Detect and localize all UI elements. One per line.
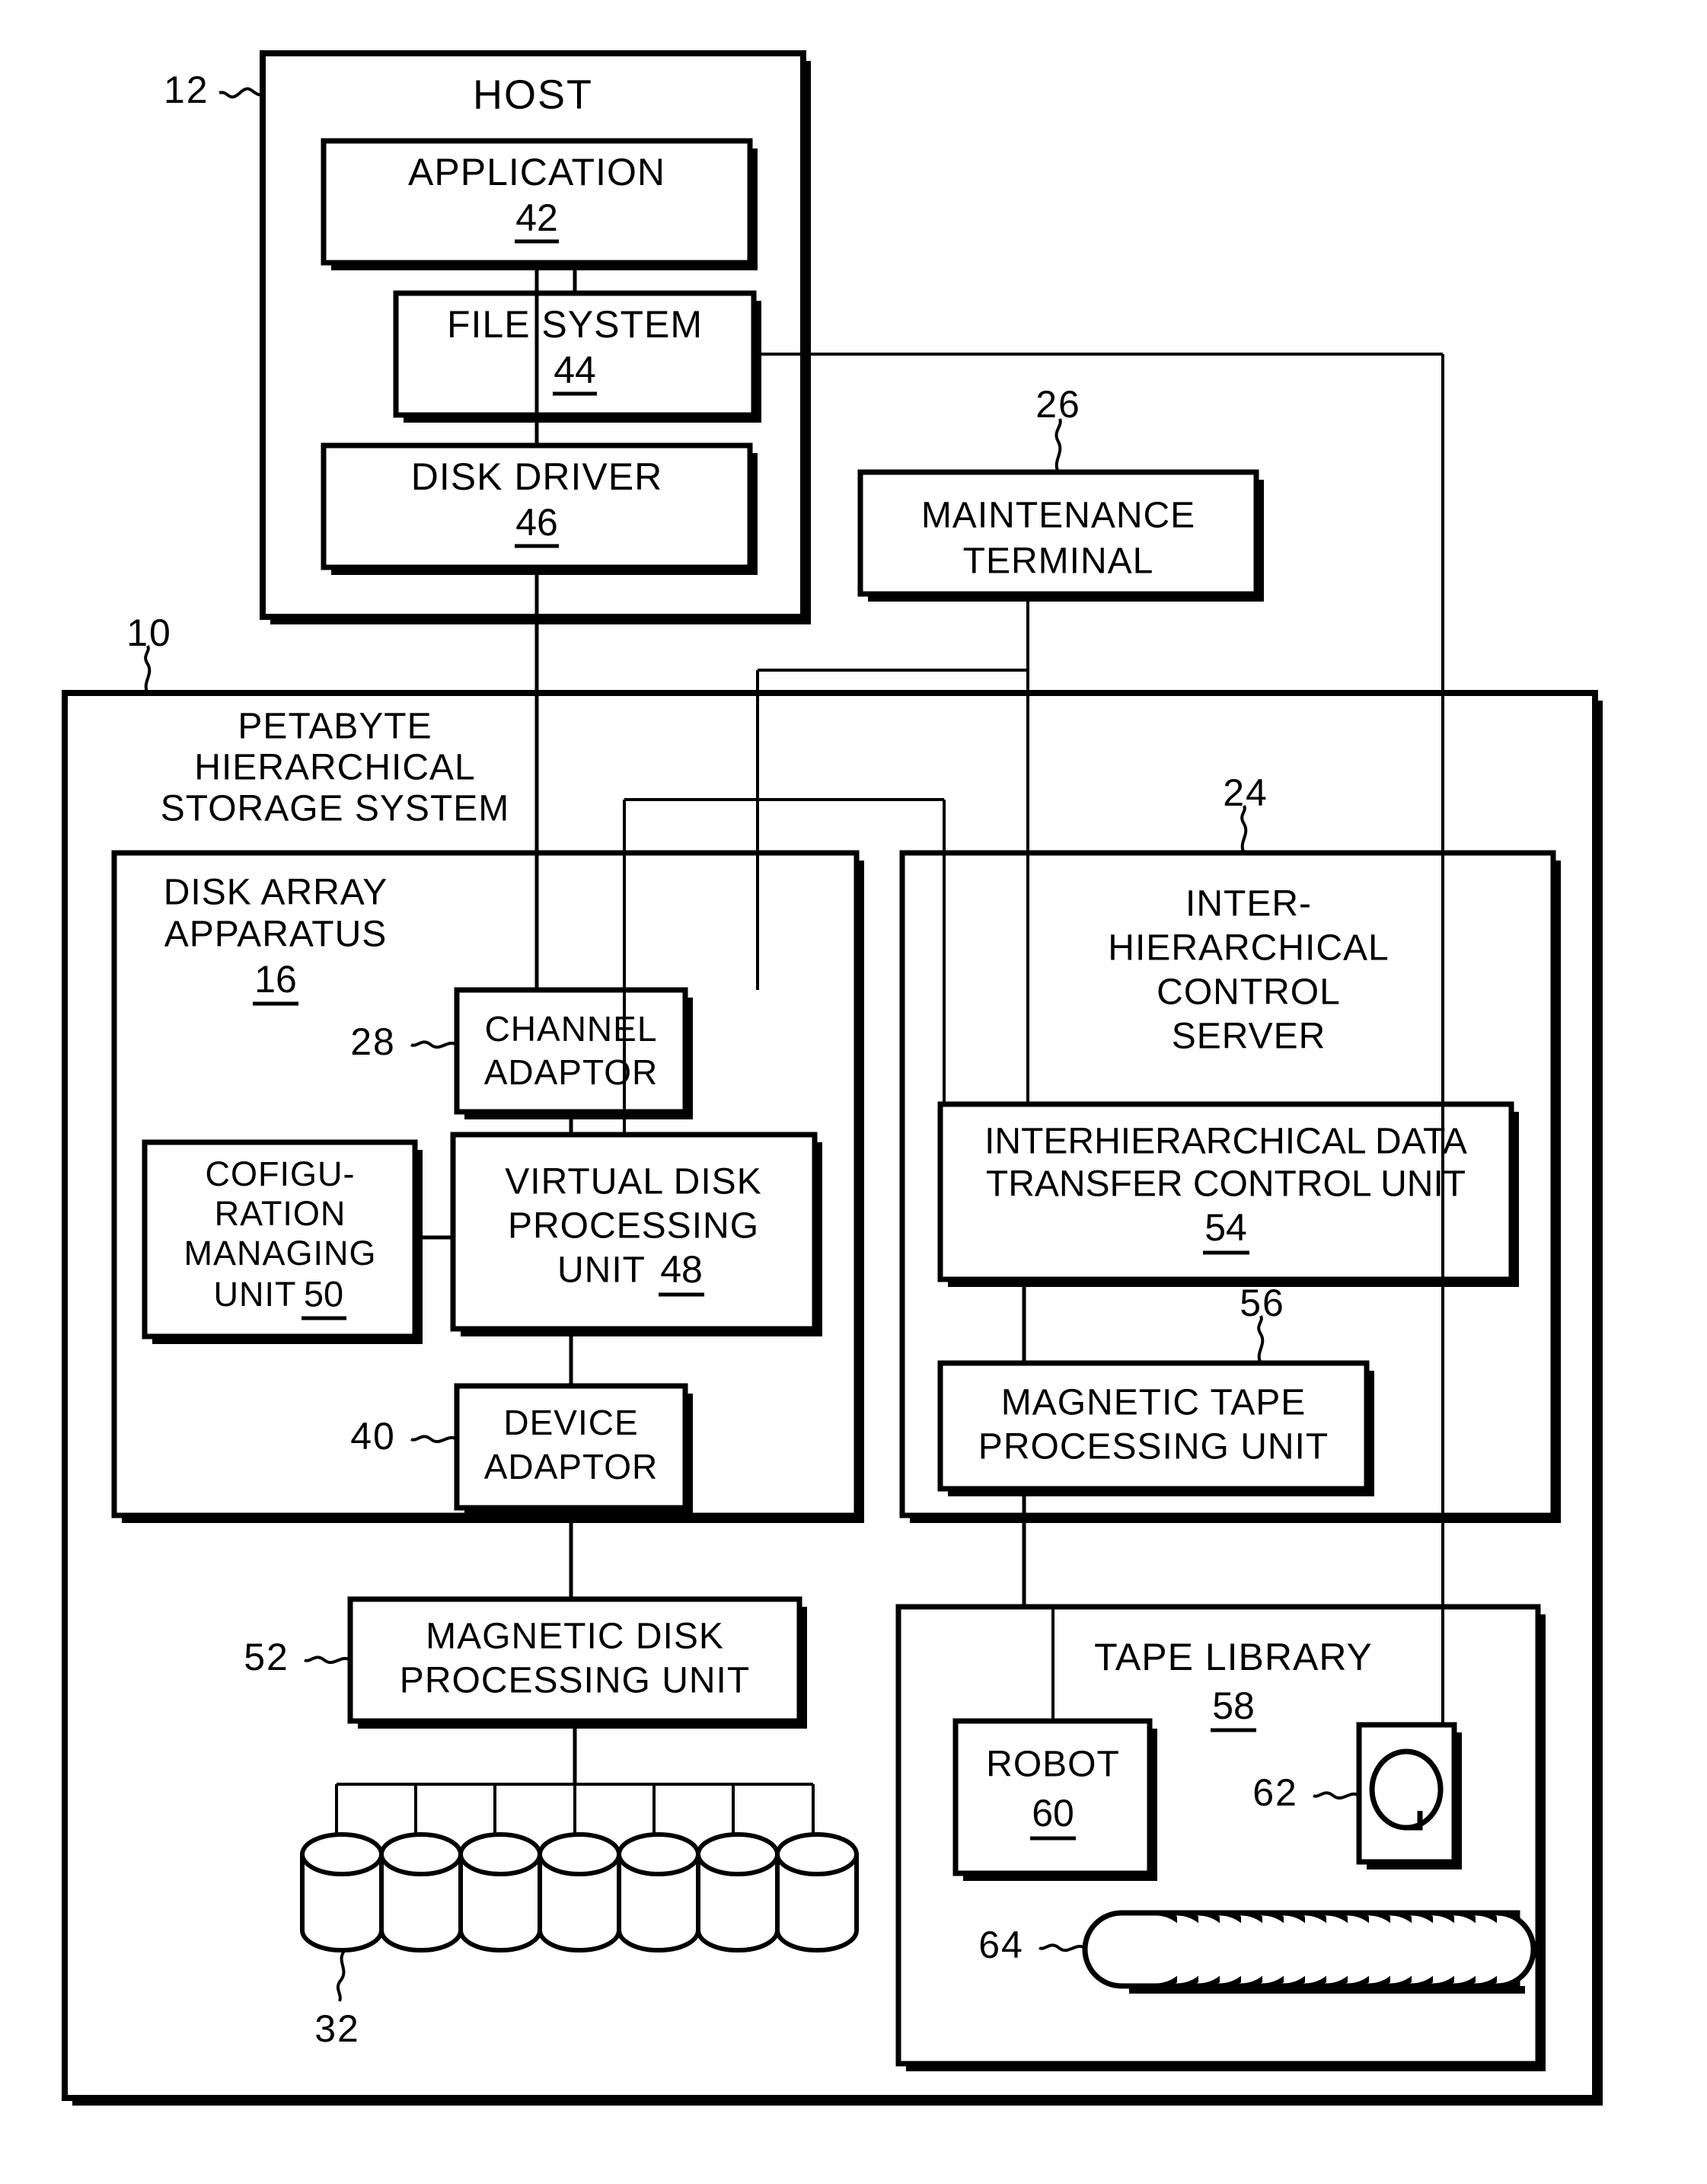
configuration-unit-line3: MANAGING	[183, 1234, 376, 1272]
tape-library-ref: 58	[1212, 1684, 1255, 1727]
configuration-unit-line1: COFIGU-	[206, 1154, 356, 1193]
storage-system-line2: HIERARCHICAL	[194, 748, 475, 788]
channel-adaptor-line1: CHANNEL	[485, 1009, 658, 1049]
application-label: APPLICATION	[408, 151, 665, 193]
virtual-disk-line3: UNIT	[557, 1250, 646, 1291]
virtual-disk-ref: 48	[660, 1248, 703, 1291]
control-server-line4: SERVER	[1172, 1017, 1326, 1057]
magnetic-disk-cylinders	[300, 1832, 859, 1953]
patent-figure-canvas: 12 HOST APPLICATION 42 FILE SYSTEM 44 DI…	[0, 0, 1707, 2184]
tape-processing-line2: PROCESSING UNIT	[978, 1427, 1329, 1467]
maintenance-terminal-ref: 26	[1035, 383, 1081, 426]
maintenance-terminal-line2: TERMINAL	[963, 541, 1154, 582]
tape-library-label: TAPE LIBRARY	[1094, 1636, 1373, 1678]
virtual-disk-line1: VIRTUAL DISK	[505, 1162, 761, 1202]
virtual-disk-line2: PROCESSING	[508, 1206, 759, 1247]
disk-driver-label: DISK DRIVER	[411, 455, 663, 498]
host-title: HOST	[473, 72, 593, 117]
storage-system-line3: STORAGE SYSTEM	[161, 789, 510, 829]
robot-label: ROBOT	[986, 1745, 1120, 1785]
tape-processing-line1: MAGNETIC TAPE	[1001, 1383, 1307, 1423]
control-server-line3: CONTROL	[1157, 972, 1341, 1013]
maintenance-terminal-line1: MAINTENANCE	[921, 496, 1195, 536]
device-adaptor-line2: ADAPTOR	[484, 1447, 659, 1486]
tape-cartridge-stack	[1082, 1910, 1536, 1994]
tape-processing-ref: 56	[1240, 1282, 1285, 1324]
file-system-ref: 44	[554, 349, 596, 391]
tape-drive-ref: 62	[1252, 1771, 1298, 1814]
disk-array-line1: DISK ARRAY	[164, 873, 388, 913]
disk-array-line2: APPARATUS	[164, 915, 388, 955]
data-transfer-line1: INTERHIERARCHICAL DATA	[984, 1122, 1467, 1162]
disk-driver-ref: 46	[515, 501, 558, 544]
tape-cartridges-ref: 64	[978, 1924, 1024, 1966]
channel-adaptor-line2: ADAPTOR	[484, 1052, 659, 1092]
data-transfer-ref: 54	[1204, 1206, 1247, 1249]
host-ref: 12	[164, 69, 209, 111]
magnetic-disks-ref: 32	[314, 2007, 360, 2050]
configuration-unit-ref: 50	[304, 1273, 343, 1314]
configuration-unit-line4: UNIT	[214, 1275, 297, 1314]
control-server-line2: HIERARCHICAL	[1108, 928, 1389, 969]
magnetic-disk-unit-line2: PROCESSING UNIT	[400, 1661, 750, 1701]
storage-system-ref: 10	[126, 611, 172, 654]
control-server-ref: 24	[1223, 771, 1268, 814]
control-server-line1: INTER-	[1185, 884, 1312, 924]
tape-reel-icon	[1369, 1748, 1444, 1831]
data-transfer-line2: TRANSFER CONTROL UNIT	[986, 1164, 1466, 1205]
device-adaptor-ref: 40	[350, 1415, 396, 1458]
magnetic-disk-unit-line1: MAGNETIC DISK	[426, 1617, 724, 1657]
robot-ref: 60	[1032, 1792, 1074, 1834]
device-adaptor-line1: DEVICE	[503, 1403, 638, 1442]
block-diagram-svg: 12 HOST APPLICATION 42 FILE SYSTEM 44 DI…	[62, 50, 1603, 2106]
channel-adaptor-ref: 28	[350, 1020, 396, 1063]
storage-system-line1: PETABYTE	[238, 707, 432, 747]
configuration-unit-line2: RATION	[215, 1194, 346, 1233]
magnetic-disk-unit-ref: 52	[244, 1636, 289, 1678]
application-ref: 42	[515, 196, 558, 239]
maintenance-terminal-ref-leader	[1055, 418, 1062, 473]
disk-array-ref: 16	[254, 958, 297, 1001]
host-ref-leader	[219, 87, 263, 99]
file-system-label: FILE SYSTEM	[447, 303, 703, 346]
